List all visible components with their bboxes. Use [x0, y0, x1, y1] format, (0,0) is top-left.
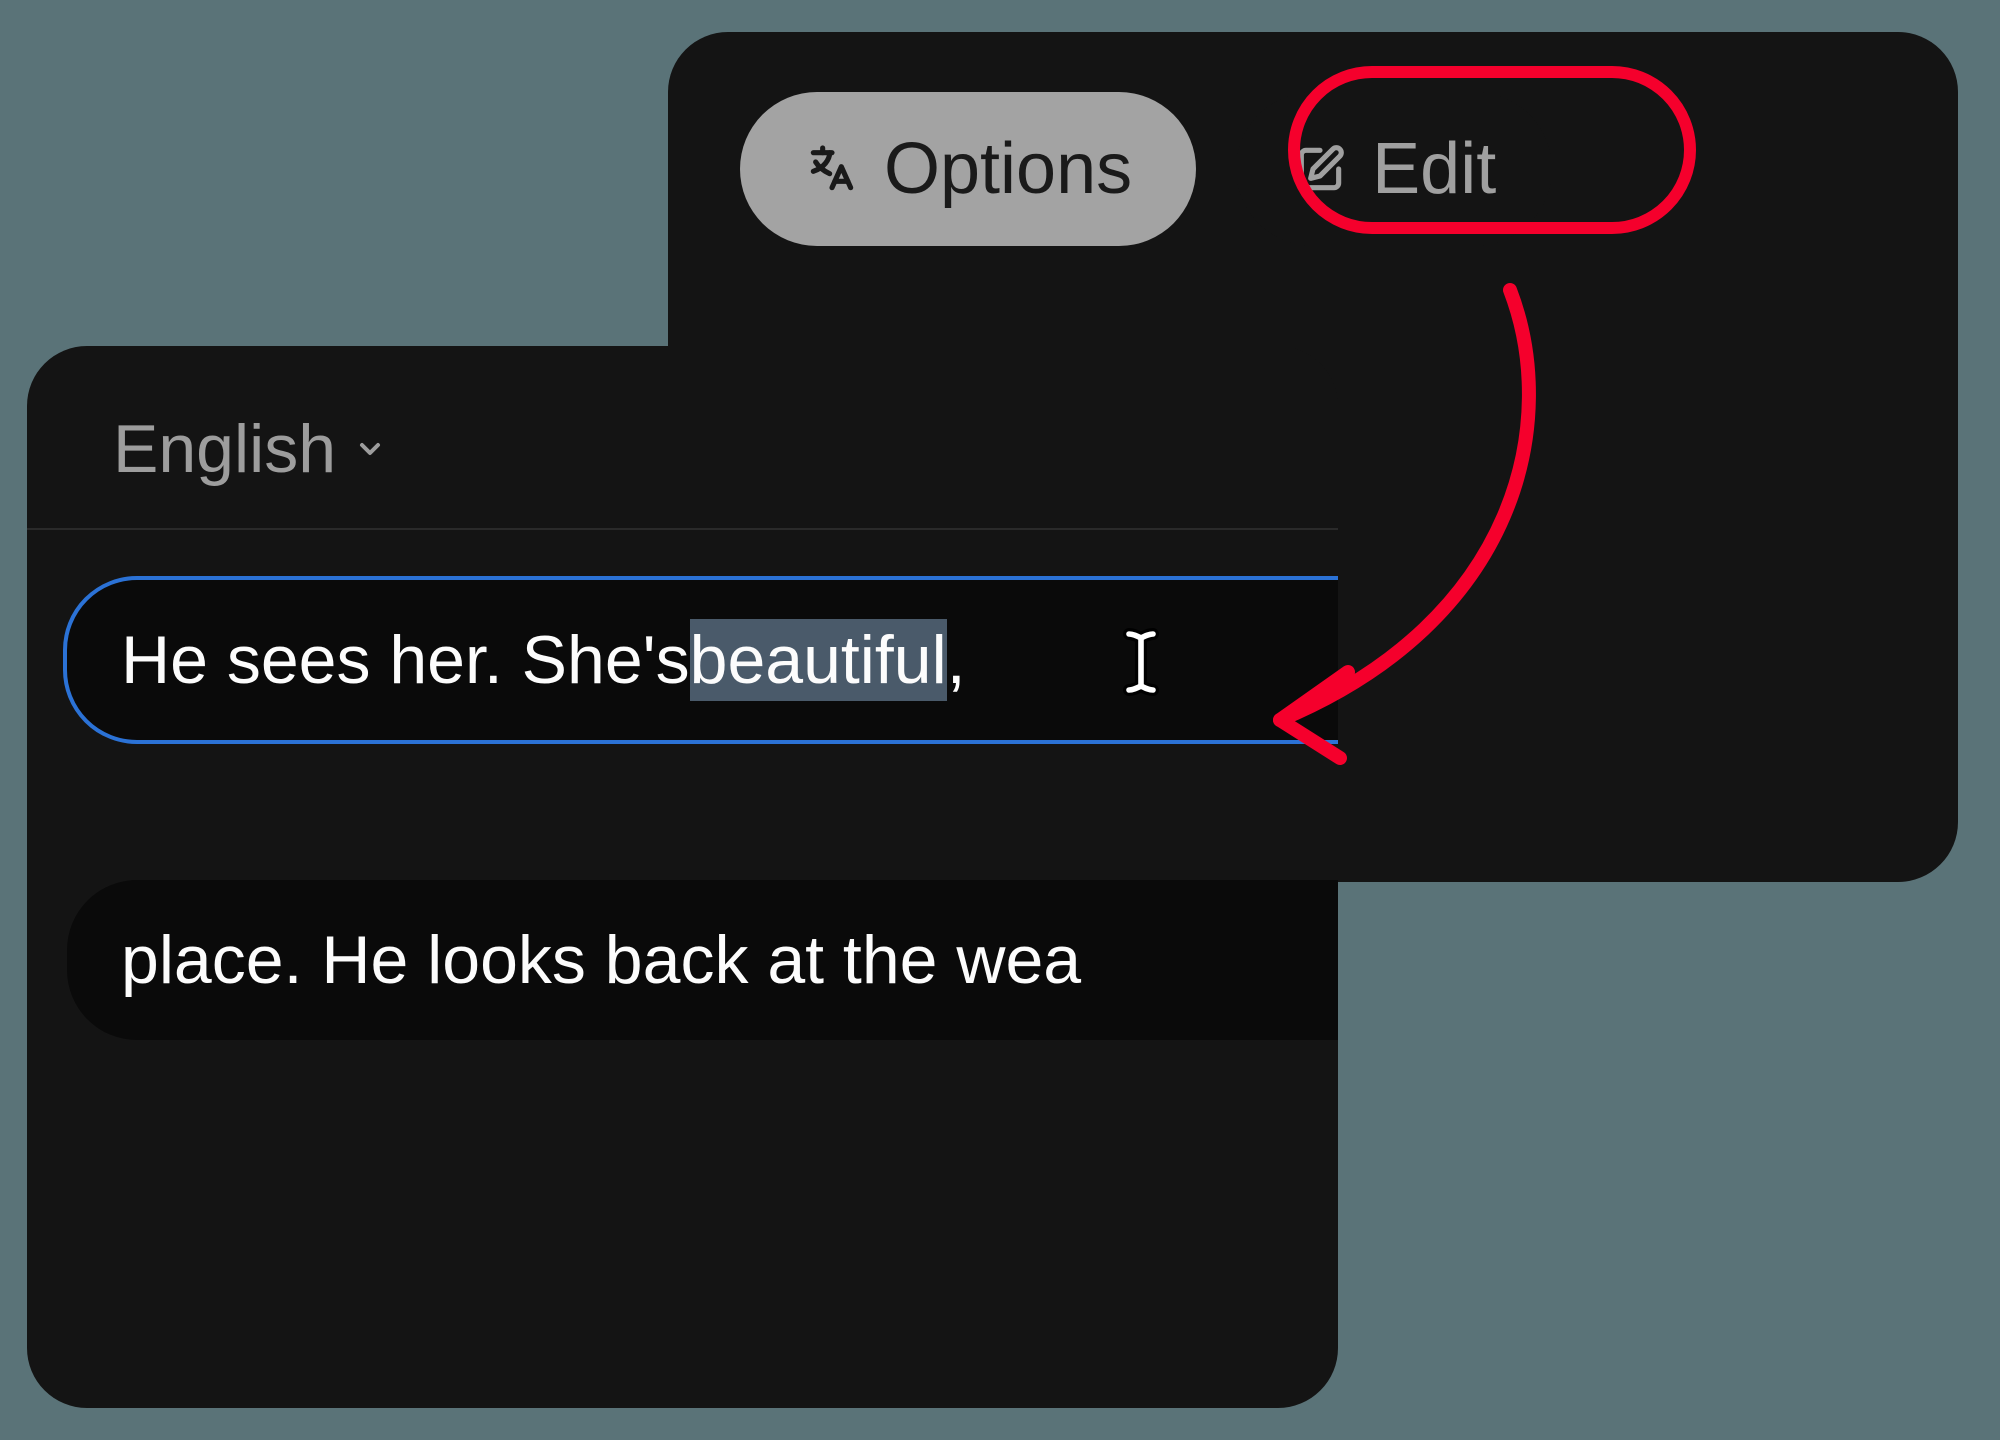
options-button[interactable]: Options [740, 92, 1196, 246]
options-label: Options [884, 128, 1132, 210]
pencil-square-icon [1292, 141, 1348, 197]
edit-button[interactable]: Edit [1236, 92, 1552, 246]
subtitle-input-1[interactable]: He sees her. She's beautiful, [67, 580, 1338, 740]
subtitle-text-prefix: He sees her. She's [121, 621, 690, 699]
toolbar-row: Options Edit [740, 92, 1886, 246]
subtitle-rows: He sees her. She's beautiful, [27, 530, 1338, 1040]
edit-label: Edit [1372, 128, 1496, 210]
subtitle-row-1: He sees her. She's beautiful, [67, 580, 1338, 740]
subtitle-panel: English He sees her. She's beautiful, [27, 346, 1338, 1408]
subtitle-input-2[interactable]: place. He looks back at the wea [67, 880, 1338, 1040]
chevron-down-icon [354, 433, 386, 465]
language-selector[interactable]: English [27, 410, 472, 528]
translate-icon [804, 141, 860, 197]
subtitle-text-suffix: , [947, 621, 966, 699]
subtitle-text: place. He looks back at the wea [121, 921, 1081, 999]
subtitle-row-2: place. He looks back at the wea [67, 880, 1338, 1040]
subtitle-text-highlight: beautiful [690, 619, 947, 701]
language-label: English [113, 410, 336, 488]
